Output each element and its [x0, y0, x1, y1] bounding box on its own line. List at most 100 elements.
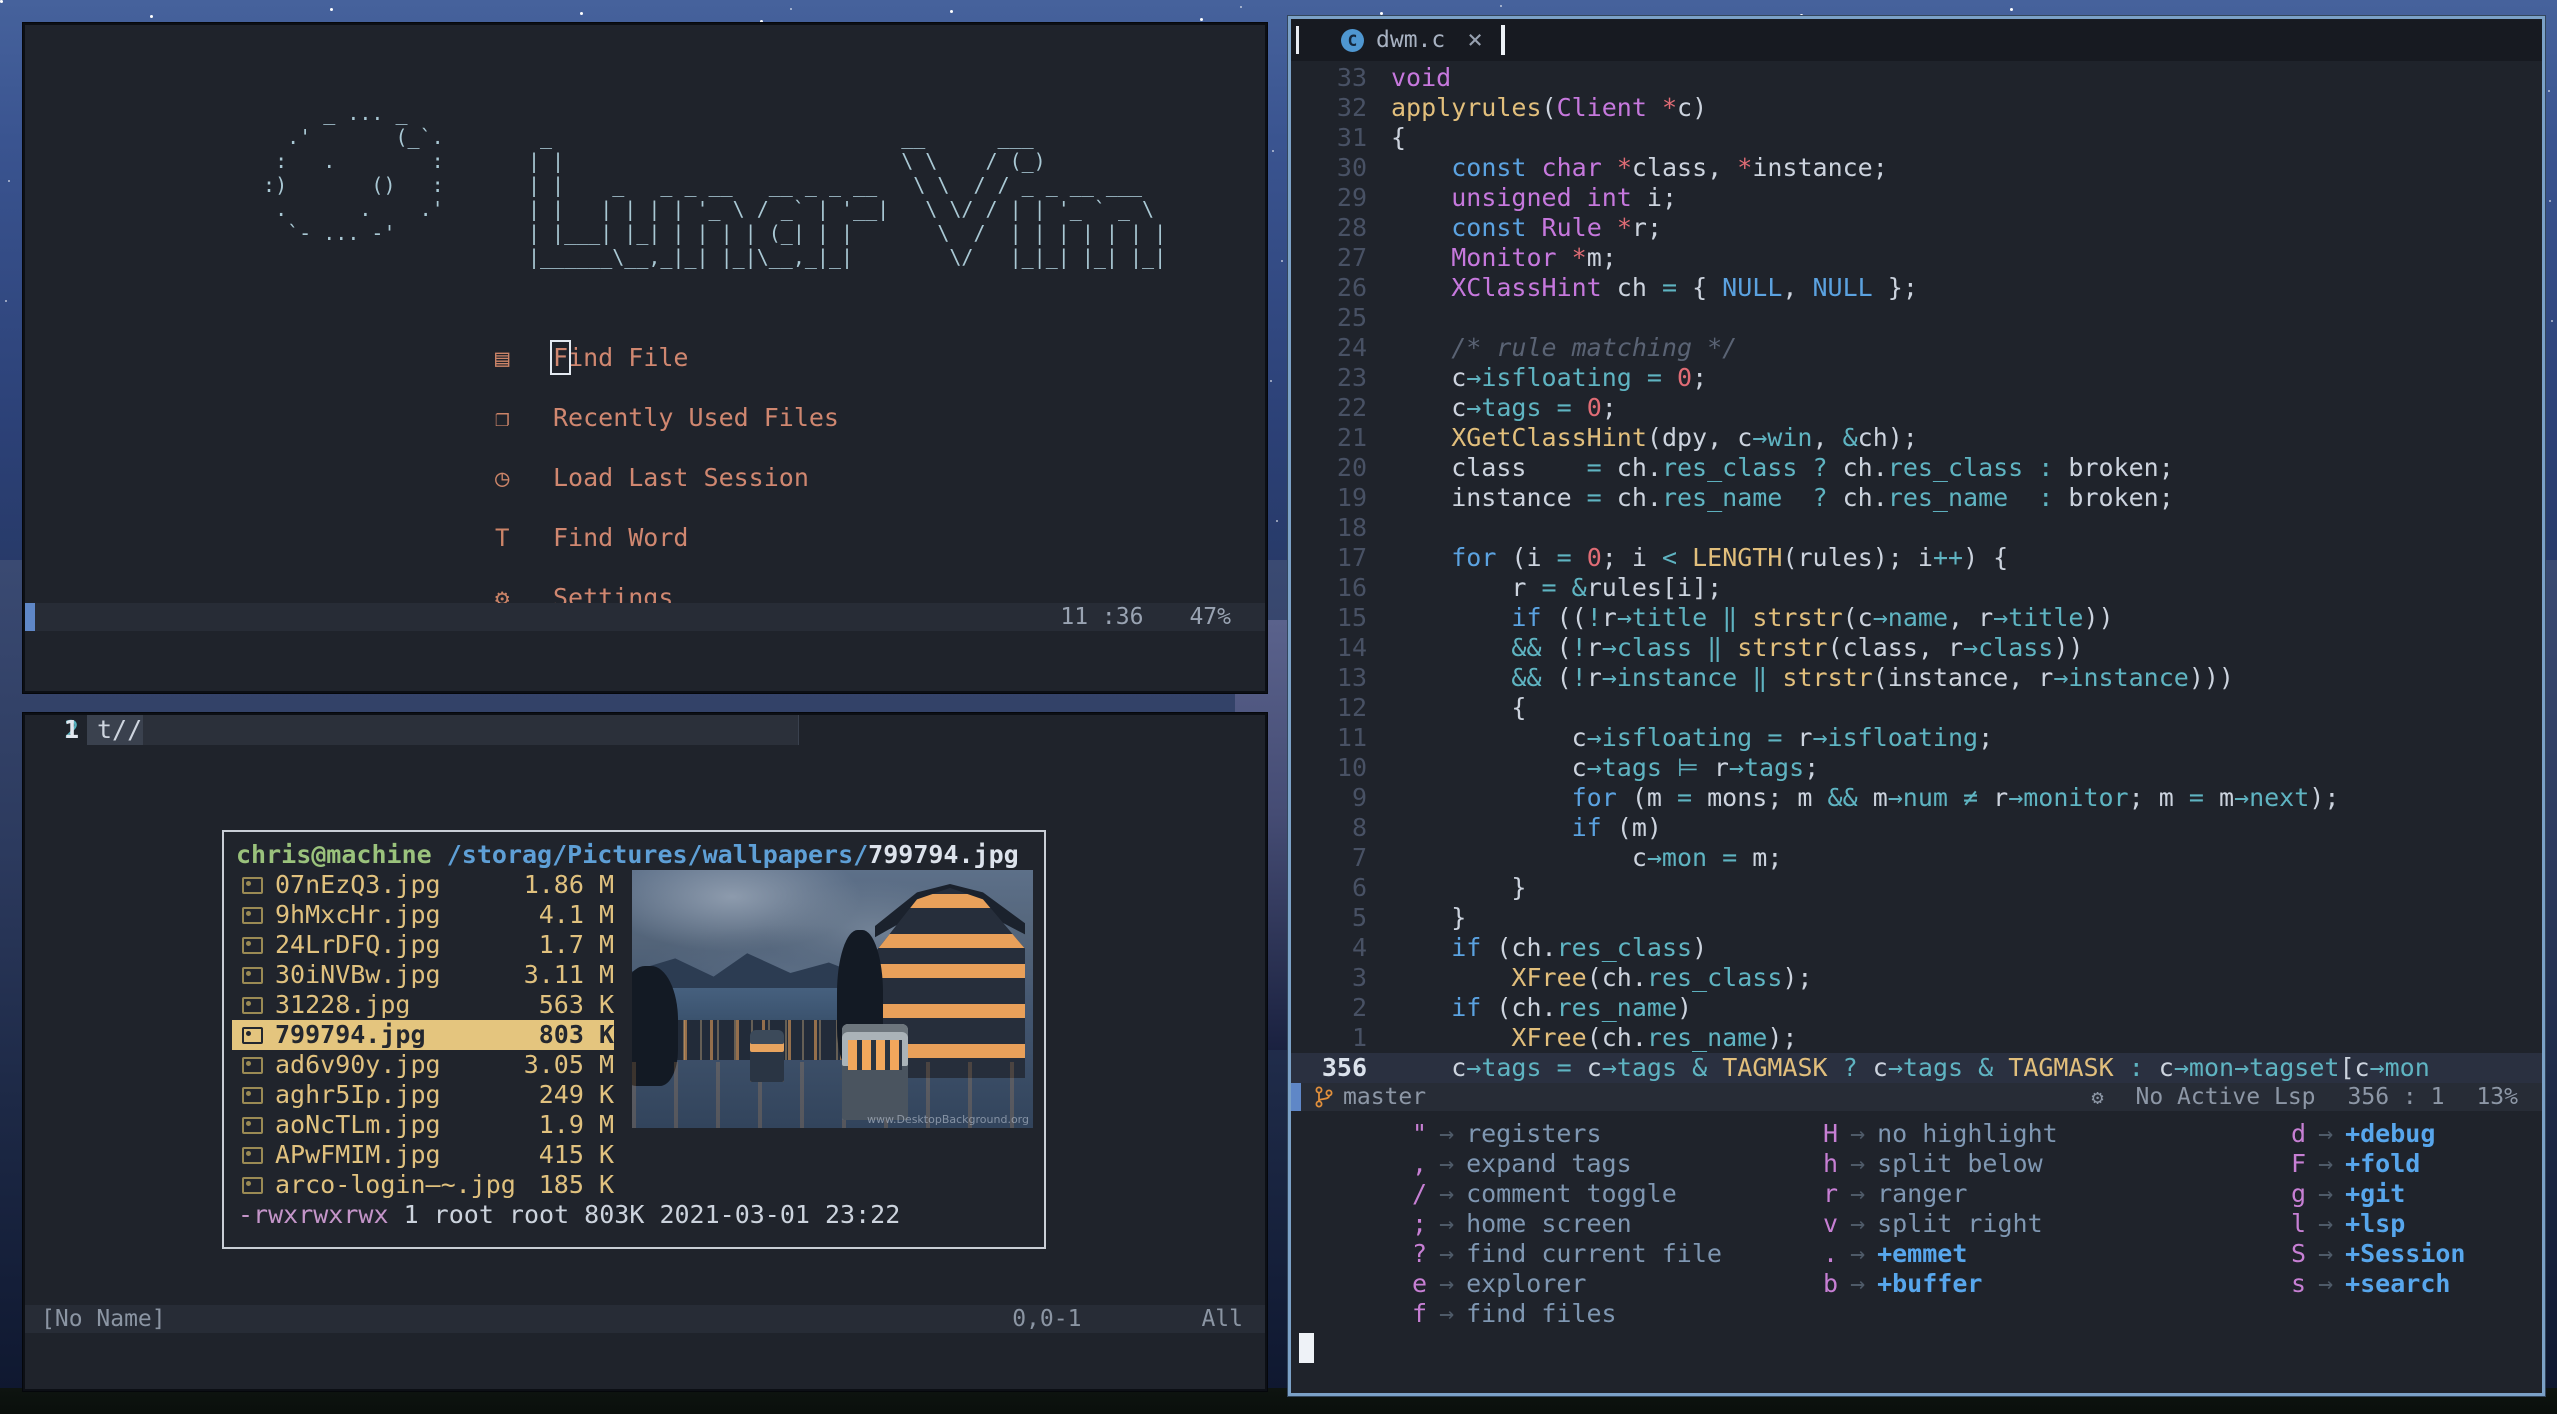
file-row[interactable]: APwFMIM.jpg 415 K	[232, 1140, 614, 1170]
file-row[interactable]: 799794.jpg 803 K	[232, 1020, 614, 1050]
file-row[interactable]: aghr5Ip.jpg 249 K	[232, 1080, 614, 1110]
code-line[interactable]: 20 class = ch.res_class ? ch.res_class :…	[1291, 453, 2542, 483]
whichkey-binding: s → +search	[2226, 1269, 2465, 1299]
line-number: 15	[1336, 603, 1367, 632]
dashboard-menu-item[interactable]: ❐ Recently Used Files	[495, 403, 839, 463]
whichkey-binding: l → +lsp	[2226, 1209, 2465, 1239]
code-line[interactable]: 27 Monitor *m;	[1291, 243, 2542, 273]
cursor-position: 356 : 1	[2347, 1084, 2445, 1110]
code-line[interactable]: 4 if (ch.res_class)	[1291, 933, 2542, 963]
code-line[interactable]: 7 c→mon = m;	[1291, 843, 2542, 873]
code-line[interactable]: 18	[1291, 513, 2542, 543]
code-line[interactable]: 21 XGetClassHint(dpy, c→win, &ch);	[1291, 423, 2542, 453]
image-file-icon	[242, 1056, 263, 1074]
whichkey-key: /	[1411, 1179, 1427, 1208]
whichkey-key: b	[1822, 1269, 1838, 1298]
code-line[interactable]: 9 for (m = mons; m && m→num ≠ r→monitor;…	[1291, 783, 2542, 813]
code-line[interactable]: 12 {	[1291, 693, 2542, 723]
code-line[interactable]: 33 void	[1291, 63, 2542, 93]
tab-dwm-c[interactable]: C dwm.c ×	[1341, 25, 1483, 55]
dashboard-menu-item[interactable]: ◷ Load Last Session	[495, 463, 839, 523]
file-name: 07nEzQ3.jpg	[275, 870, 441, 899]
code-line[interactable]: 17 for (i = 0; i < LENGTH(rules); i++) {	[1291, 543, 2542, 573]
whichkey-binding: / → comment toggle	[1347, 1179, 1722, 1209]
whichkey-key: ?	[1411, 1239, 1427, 1268]
file-row[interactable]: aoNcTLm.jpg 1.9 M	[232, 1110, 614, 1140]
whichkey-binding: S → +Session	[2226, 1239, 2466, 1269]
ranger-float-window[interactable]: chris@machine /storag/Pictures/wallpaper…	[222, 830, 1046, 1249]
code-line[interactable]: 25	[1291, 303, 2542, 333]
file-row[interactable]: 07nEzQ3.jpg 1.86 M	[232, 870, 614, 900]
file-row[interactable]: 24LrDFQ.jpg 1.7 M	[232, 930, 614, 960]
code-line[interactable]: 24 /* rule matching */	[1291, 333, 2542, 363]
code-line[interactable]: 32 applyrules(Client *c)	[1291, 93, 2542, 123]
code-line[interactable]: 28 const Rule *r;	[1291, 213, 2542, 243]
code-line[interactable]: 26 XClassHint ch = { NULL, NULL };	[1291, 273, 2542, 303]
file-row[interactable]: ad6v90y.jpg 3.05 M	[232, 1050, 614, 1080]
file-row[interactable]: 9hMxcHr.jpg 4.1 M	[232, 900, 614, 930]
whichkey-binding: v → split right	[1758, 1209, 2058, 1239]
line-number: 31	[1336, 123, 1367, 152]
code-line[interactable]: 3 XFree(ch.res_class);	[1291, 963, 2542, 993]
code-text: applyrules(Client *c)	[1391, 93, 1708, 122]
code-line[interactable]: 31 {	[1291, 123, 2542, 153]
file-permissions: -rwxrwxrwx	[238, 1200, 389, 1229]
dashboard-window[interactable]: _ ... _ .' (_`. _ __ ___ : . : | | \ \ /…	[23, 23, 1267, 693]
file-row[interactable]: arco-login—~.jpg 185 K	[232, 1170, 614, 1200]
code-line[interactable]: 16 r = &rules[i];	[1291, 573, 2542, 603]
code-text: if (ch.res_class)	[1451, 933, 1708, 962]
whichkey-binding: f → find files	[1347, 1299, 1722, 1329]
line-number: 1	[63, 715, 79, 744]
code-line[interactable]: 29 unsigned int i;	[1291, 183, 2542, 213]
menu-item-label: Load Last Session	[553, 463, 809, 492]
dashboard-statusline: 11 :36 47%	[25, 603, 1265, 631]
whichkey-key: ,	[1411, 1149, 1427, 1178]
terminal-cursor-block	[1299, 1333, 1314, 1363]
menu-item-icon: T	[495, 524, 510, 552]
code-line[interactable]: 19 instance = ch.res_name ? ch.res_name …	[1291, 483, 2542, 513]
code-line[interactable]: 5 }	[1291, 903, 2542, 933]
code-text: && (!r→instance ‖ strstr(instance, r→ins…	[1511, 663, 2234, 692]
file-name: aoNcTLm.jpg	[275, 1110, 441, 1139]
line-number: 18	[1336, 513, 1367, 542]
code-line[interactable]: 15 if ((!r→title ‖ strstr(c→name, r→titl…	[1291, 603, 2542, 633]
terminal-window[interactable]: 2 t///s/P//2/h/c/.l/s/n/s/p/p/s/r/r/s/Pi…	[23, 713, 1267, 1391]
arrow-icon: →	[1439, 1149, 1455, 1178]
code-line[interactable]: 8 if (m)	[1291, 813, 2542, 843]
terminal-statusline: [No Name] 0,0-1 All	[25, 1305, 1265, 1333]
dashboard-menu-item[interactable]: T Find Word	[495, 523, 839, 583]
file-size: 185 K	[538, 1170, 614, 1199]
code-line[interactable]: 6 }	[1291, 873, 2542, 903]
line-number: 1	[1351, 1023, 1367, 1052]
whichkey-binding: e → explorer	[1347, 1269, 1722, 1299]
line-number: 22	[1336, 393, 1367, 422]
code-text: for (m = mons; m && m→num ≠ r→monitor; m…	[1571, 783, 2340, 812]
cmdline-row[interactable]: 1	[25, 715, 1265, 745]
file-row[interactable]: 31228.jpg 563 K	[232, 990, 614, 1020]
arrow-icon: →	[2318, 1209, 2334, 1238]
image-file-icon	[242, 966, 263, 984]
git-branch-name: master	[1343, 1084, 1427, 1110]
tab-close-icon[interactable]: ×	[1467, 25, 1483, 55]
whichkey-label: expand tags	[1466, 1149, 1632, 1178]
file-row[interactable]: 30iNVBw.jpg 3.11 M	[232, 960, 614, 990]
code-line[interactable]: 2 if (ch.res_name)	[1291, 993, 2542, 1023]
code-line[interactable]: 14 && (!r→class ‖ strstr(class, r→class)…	[1291, 633, 2542, 663]
code-area[interactable]: 33 void 32 applyrules(Client *c) 31 { 30…	[1291, 63, 2542, 1083]
editor-window[interactable]: C dwm.c × 33 void 32 applyrules(Client *…	[1288, 16, 2545, 1396]
lsp-status: No Active Lsp	[2135, 1084, 2316, 1110]
code-line[interactable]: 22 c→tags = 0;	[1291, 393, 2542, 423]
code-line[interactable]: 30 const char *class, *instance;	[1291, 153, 2542, 183]
line-number: 30	[1336, 153, 1367, 182]
line-number: 5	[1351, 903, 1367, 932]
dashboard-menu-item[interactable]: ▤ Find File	[495, 340, 839, 403]
code-line[interactable]: 23 c→isfloating = 0;	[1291, 363, 2542, 393]
whichkey-binding: H → no highlight	[1758, 1119, 2058, 1149]
code-line[interactable]: 356 c→tags = c→tags & TAGMASK ? c→tags &…	[1291, 1053, 2542, 1083]
code-line[interactable]: 11 c→isfloating = r→isfloating;	[1291, 723, 2542, 753]
file-name: 24LrDFQ.jpg	[275, 930, 441, 959]
code-line[interactable]: 10 c→tags ⊨ r→tags;	[1291, 753, 2542, 783]
code-line[interactable]: 1 XFree(ch.res_name);	[1291, 1023, 2542, 1053]
code-line[interactable]: 13 && (!r→instance ‖ strstr(instance, r→…	[1291, 663, 2542, 693]
